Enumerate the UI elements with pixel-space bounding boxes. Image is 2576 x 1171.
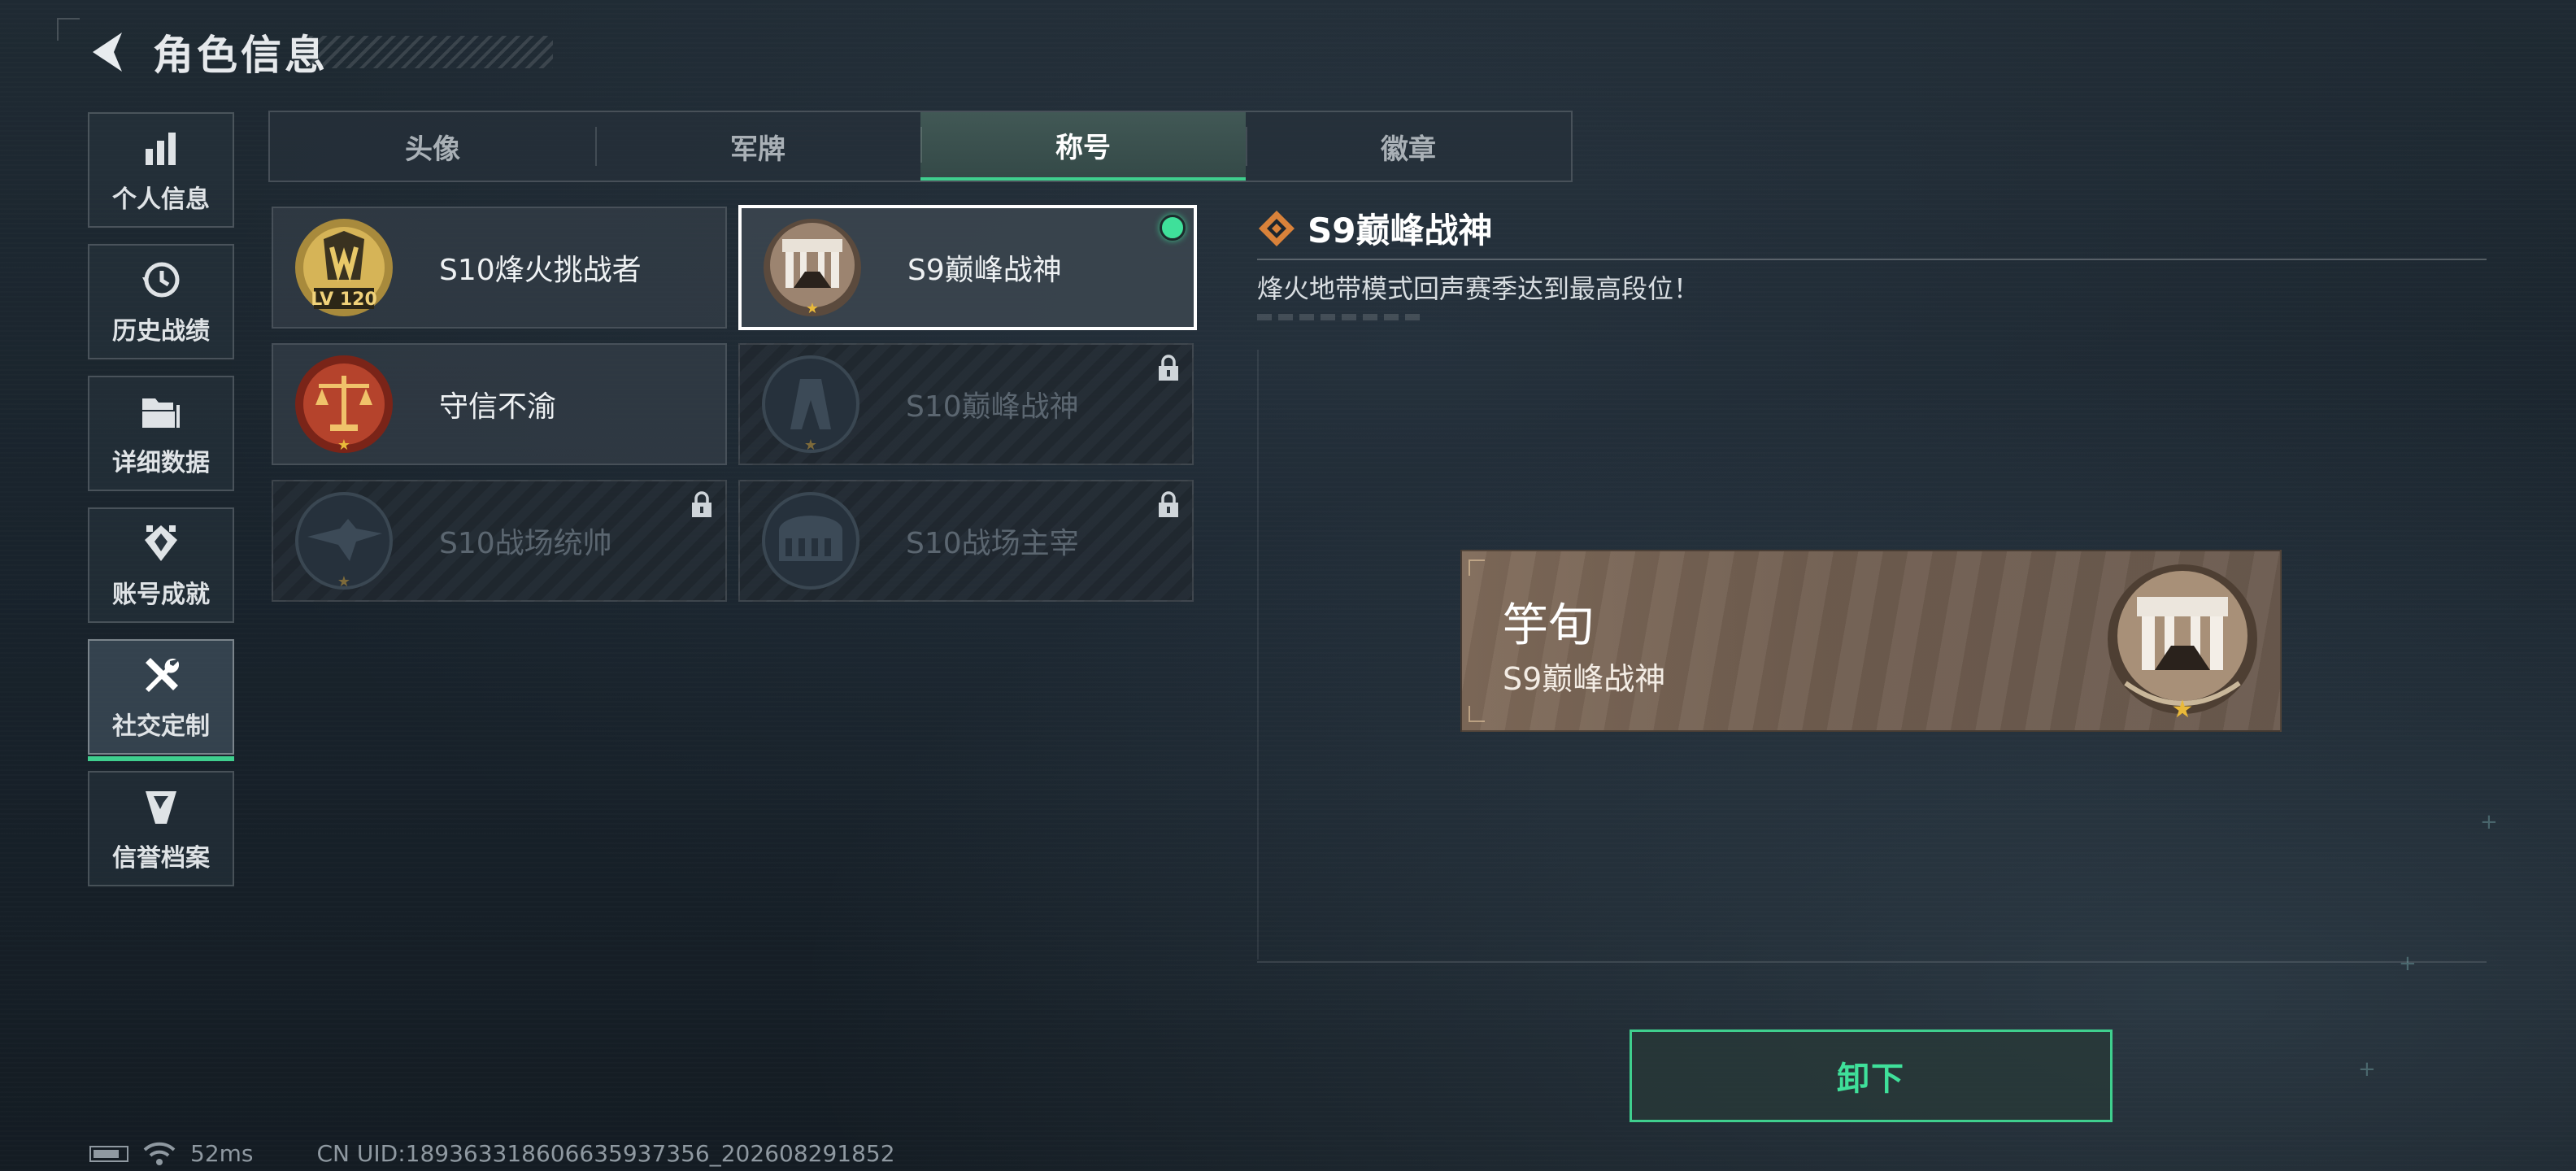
detail-title: S9巅峰战神 (1308, 211, 1493, 250)
preview-frame-line (1257, 350, 1259, 960)
title-card-locked[interactable]: ★ S10巅峰战神 (738, 343, 1194, 465)
lv120-gold-badge: LV 120 (291, 215, 397, 320)
tab-dog-tag[interactable]: 军牌 (595, 112, 920, 181)
equipped-indicator-dot (1160, 215, 1186, 241)
diamond-icon (1259, 210, 1295, 246)
nav-label: 信誉档案 (112, 844, 210, 873)
fortress-gate-badge: ★ (759, 215, 865, 320)
tab-badge[interactable]: 徽章 (1246, 112, 1571, 181)
detail-header: S9巅峰战神 (1257, 203, 1492, 253)
star-icon: ★ (805, 300, 820, 317)
decor-plus: + (2480, 810, 2498, 834)
scales-of-justice-badge: ★ (291, 351, 397, 457)
title-card-locked[interactable]: ★ S10战场统帅 (272, 480, 727, 602)
history-clock-icon (138, 257, 184, 303)
customization-tabs: 头像 军牌 称号 徽章 (268, 111, 1573, 182)
credit-shield-icon (138, 784, 184, 829)
folder-icon (138, 389, 184, 434)
nameplate-preview: 竽旬 S9巅峰战神 ★ (1460, 550, 2282, 732)
title-card-label: S10战场统帅 (439, 527, 612, 560)
star-icon: ★ (337, 437, 351, 454)
ping-text: 52ms (190, 1140, 254, 1167)
uid-text: CN UID:18936331860663593735​6_2026082918… (316, 1140, 895, 1167)
decor-plus: + (2399, 951, 2417, 976)
preview-frame-line (1257, 961, 2487, 963)
back-arrow-icon (93, 33, 122, 72)
back-button[interactable] (85, 28, 130, 76)
achievement-icon (138, 520, 184, 566)
nav-item-social-custom[interactable]: 社交定制 (88, 639, 234, 761)
svg-text:★: ★ (2172, 695, 2194, 724)
badge-level-text: LV 120 (311, 289, 377, 310)
header-hatch-decoration (309, 36, 553, 68)
title-card-label: S10巅峰战神 (906, 390, 1079, 424)
star-icon: ★ (337, 573, 351, 590)
nav-label: 详细数据 (112, 449, 210, 477)
tab-title[interactable]: 称号 (920, 112, 1246, 181)
detail-divider (1257, 259, 2487, 260)
title-card-label: 守信不渝 (439, 390, 557, 424)
detail-description: 烽火地带模式回声赛季达到最高段位！ (1257, 273, 1700, 304)
detail-decoration (1257, 314, 1420, 320)
plate-corner-decoration (1469, 559, 1485, 576)
nav-item-credit-record[interactable]: 信誉档案 (88, 771, 234, 886)
nav-label: 社交定制 (112, 712, 210, 741)
player-name: 竽旬 (1503, 599, 1594, 652)
nav-label: 个人信息 (112, 185, 210, 214)
title-card[interactable]: LV 120 S10烽火挑战者 (272, 207, 727, 329)
unequip-button[interactable]: 卸下 (1630, 1030, 2113, 1122)
arch-tower-badge: ★ (758, 351, 864, 457)
wifi-icon (143, 1142, 176, 1165)
lock-icon (1159, 491, 1178, 517)
side-nav: 个人信息 历史战绩 详细数据 账号成就 社交定制 信誉档案 (88, 112, 236, 903)
decor-plus: + (2358, 1057, 2376, 1082)
plate-corner-decoration (1469, 706, 1485, 722)
title-card-selected[interactable]: ★ S9巅峰战神 (738, 205, 1197, 330)
fortress-gate-badge: ★ (2108, 564, 2257, 724)
corner-decoration (57, 18, 80, 41)
battery-icon (89, 1145, 128, 1162)
title-card-label: S10战场主宰 (906, 527, 1079, 560)
eagle-badge: ★ (291, 488, 397, 594)
colosseum-badge (758, 488, 864, 594)
page-header: 角色信息 (85, 23, 329, 81)
page-title: 角色信息 (153, 32, 329, 79)
title-card-locked[interactable]: S10战场主宰 (738, 480, 1194, 602)
nav-label: 账号成就 (112, 581, 210, 609)
star-icon: ★ (803, 437, 818, 454)
nav-item-detailed-data[interactable]: 详细数据 (88, 376, 234, 491)
lock-icon (692, 491, 711, 517)
title-card-label: S10烽火挑战者 (439, 254, 642, 287)
tools-icon (138, 652, 184, 698)
nameplate-title: S9巅峰战神 (1503, 661, 1666, 697)
tab-avatar[interactable]: 头像 (270, 112, 595, 181)
title-card-label: S9巅峰战神 (907, 254, 1062, 287)
title-card[interactable]: ★ 守信不渝 (272, 343, 727, 465)
nav-item-history[interactable]: 历史战绩 (88, 244, 234, 359)
nav-label: 历史战绩 (112, 317, 210, 346)
nav-item-achievements[interactable]: 账号成就 (88, 507, 234, 623)
bar-chart-icon (138, 125, 184, 171)
lock-icon (1159, 355, 1178, 381)
nav-item-personal-info[interactable]: 个人信息 (88, 112, 234, 228)
status-bar: 52ms CN UID:18936331860663593735​6_20260… (89, 1140, 895, 1167)
